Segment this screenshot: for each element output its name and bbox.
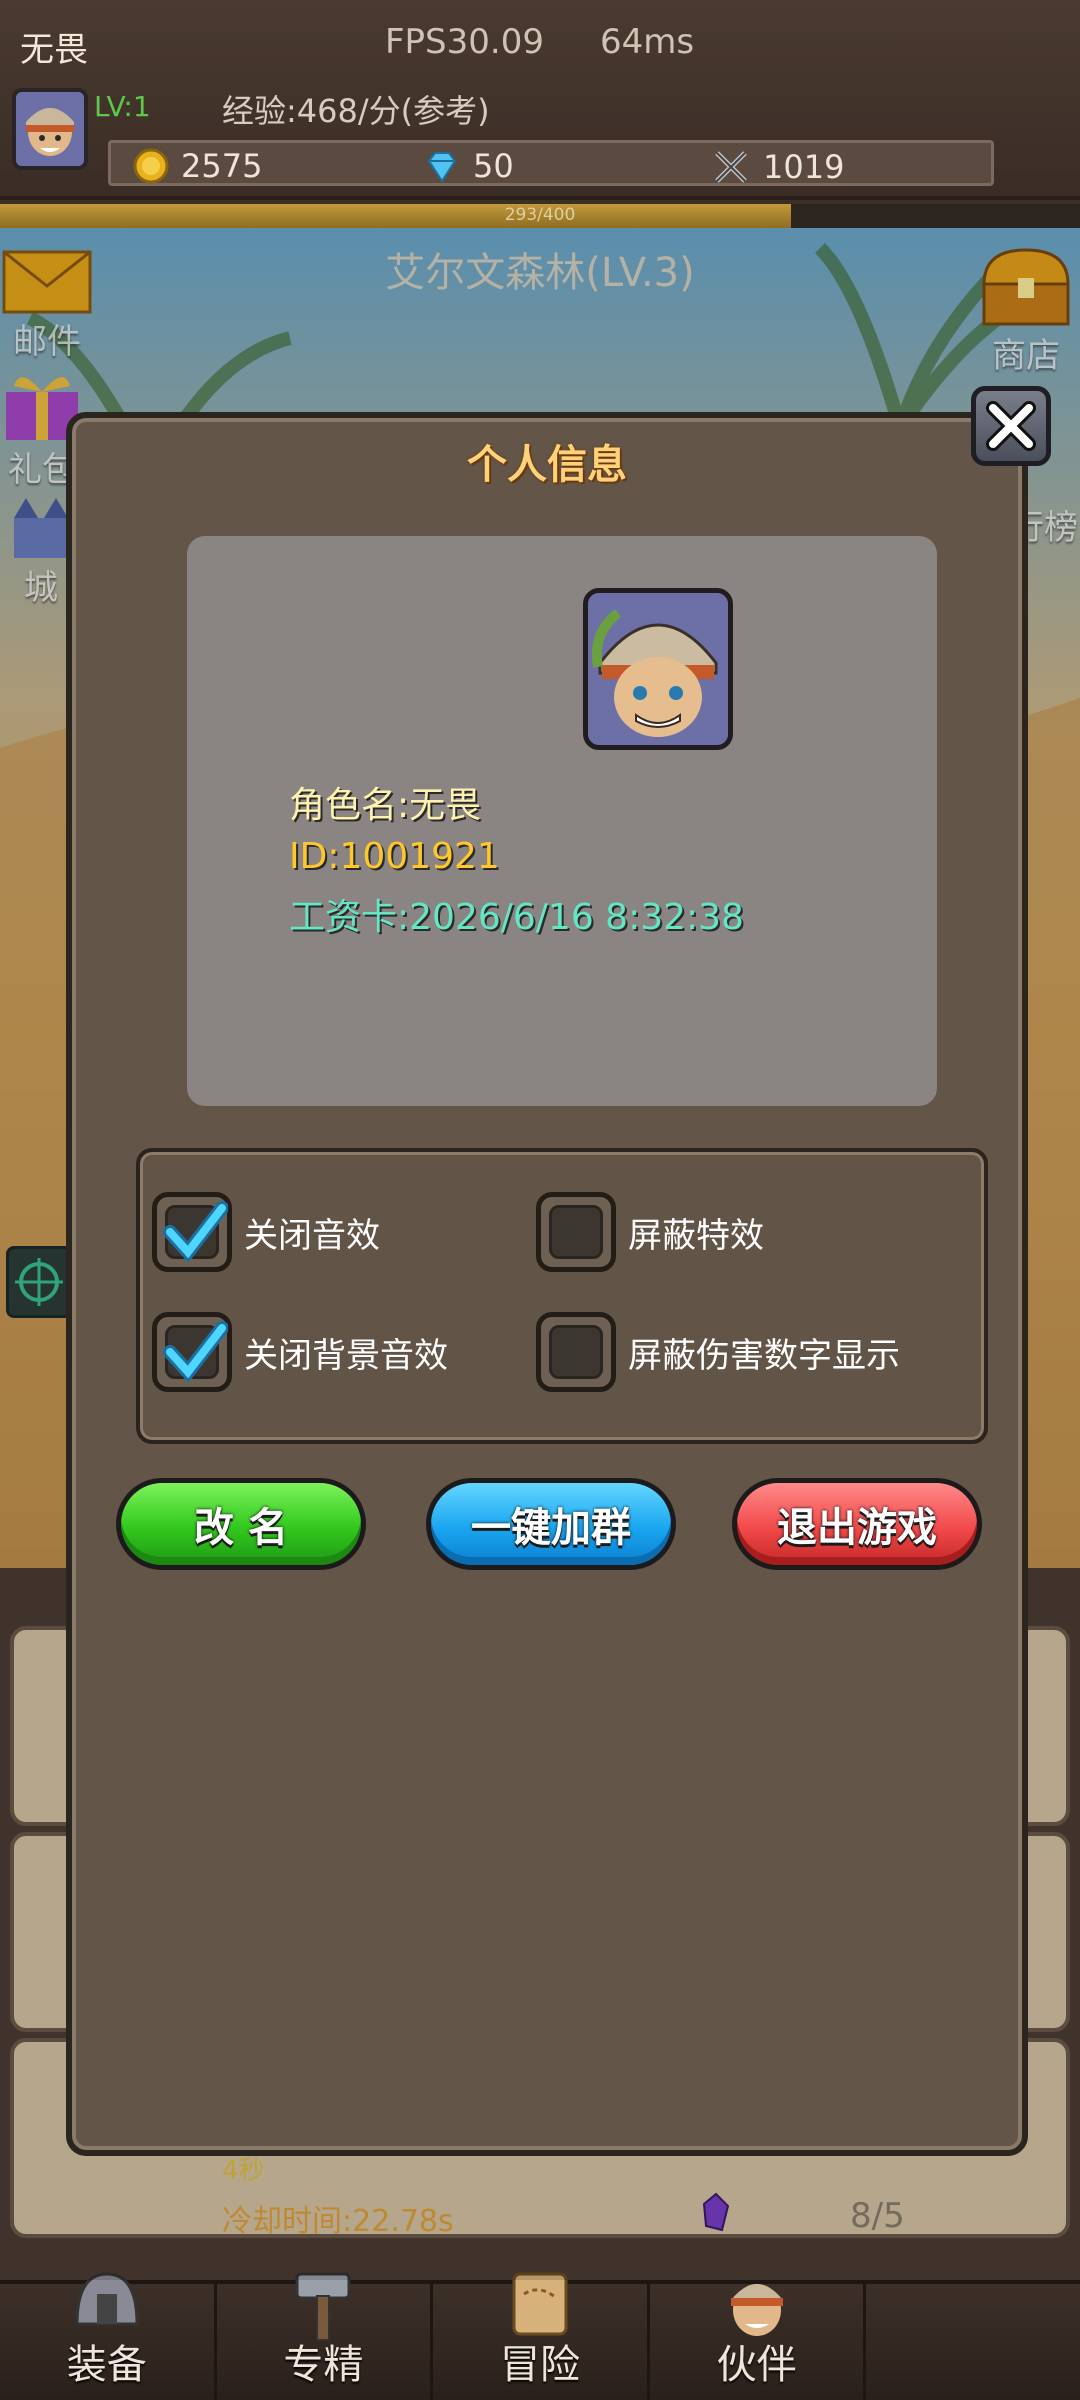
hide-damage-numbers-option[interactable]: 屏蔽伤害数字显示 xyxy=(536,1312,900,1392)
bottom-navigation: 装备 专精 冒险 伙伴 xyxy=(0,2272,1080,2400)
nav-equipment[interactable]: 装备 xyxy=(0,2272,217,2400)
hide-effects-checkbox[interactable] xyxy=(536,1192,616,1272)
gold-resource: 2575 xyxy=(133,147,262,185)
mute-bgm-checkbox[interactable] xyxy=(152,1312,232,1392)
diamond-resource: 50 xyxy=(423,147,514,185)
rename-button[interactable]: 改 名 xyxy=(116,1478,366,1570)
checkmark-icon xyxy=(163,1321,228,1383)
power-resource: 1019 xyxy=(711,147,844,187)
profile-avatar xyxy=(583,588,733,750)
close-icon xyxy=(986,401,1036,451)
exp-rate: 经验:468/分(参考) xyxy=(222,92,490,130)
hide-damage-numbers-checkbox[interactable] xyxy=(536,1312,616,1392)
player-avatar[interactable] xyxy=(12,88,88,170)
profile-info-panel: 角色名:无畏 ID:1001921 工资卡:2026/6/16 8:32:38 xyxy=(187,536,937,1106)
player-id: ID:1001921 xyxy=(289,836,500,877)
crossed-swords-icon xyxy=(715,151,747,183)
resource-bar: 2575 50 1019 xyxy=(108,140,994,186)
fps-readout: FPS30.09 xyxy=(385,22,544,62)
mute-sfx-checkbox[interactable] xyxy=(152,1192,232,1272)
nav-refine[interactable]: 专精 xyxy=(217,2272,434,2400)
exp-progress-text: 293/400 xyxy=(504,205,576,225)
diamond-icon xyxy=(427,152,457,183)
top-status-bar: 无畏 FPS30.09 64ms LV:1 经验:468/分(参考) 2575 … xyxy=(0,0,1080,200)
hide-effects-label: 屏蔽特效 xyxy=(628,1215,764,1256)
role-name: 角色名:无畏 xyxy=(289,785,482,826)
nav-empty-slot xyxy=(866,2284,1080,2400)
latency-readout: 64ms xyxy=(600,22,695,62)
settings-panel: 关闭音效 屏蔽特效 关闭背景音效 屏蔽伤害数字显示 xyxy=(136,1148,988,1444)
exp-progress-bar: 293/400 xyxy=(0,204,1080,228)
checkmark-icon xyxy=(163,1201,228,1263)
join-group-button[interactable]: 一键加群 xyxy=(426,1478,676,1570)
mute-bgm-option[interactable]: 关闭背景音效 xyxy=(152,1312,448,1392)
diamond-amount: 50 xyxy=(473,147,514,185)
dialog-title: 个人信息 xyxy=(467,442,627,488)
gold-coin-icon xyxy=(133,148,169,184)
exit-game-button[interactable]: 退出游戏 xyxy=(732,1478,982,1570)
close-dialog-button[interactable] xyxy=(971,386,1051,466)
hide-damage-numbers-label: 屏蔽伤害数字显示 xyxy=(628,1335,900,1376)
mute-bgm-label: 关闭背景音效 xyxy=(244,1335,448,1376)
player-name: 无畏 xyxy=(20,30,88,70)
gold-amount: 2575 xyxy=(181,147,263,185)
hide-effects-option[interactable]: 屏蔽特效 xyxy=(536,1192,764,1272)
nav-partner[interactable]: 伙伴 xyxy=(650,2284,867,2400)
salary-card-expiry: 工资卡:2026/6/16 8:32:38 xyxy=(289,897,744,938)
mute-sfx-label: 关闭音效 xyxy=(244,1215,380,1256)
profile-dialog: 个人信息 角色名:无畏 ID:1001921 工资卡:2026/6/16 8:3… xyxy=(66,412,1028,2156)
player-level: LV:1 xyxy=(94,90,151,123)
power-amount: 1019 xyxy=(763,148,845,186)
nav-adventure[interactable]: 冒险 xyxy=(433,2272,650,2400)
mute-sfx-option[interactable]: 关闭音效 xyxy=(152,1192,380,1272)
